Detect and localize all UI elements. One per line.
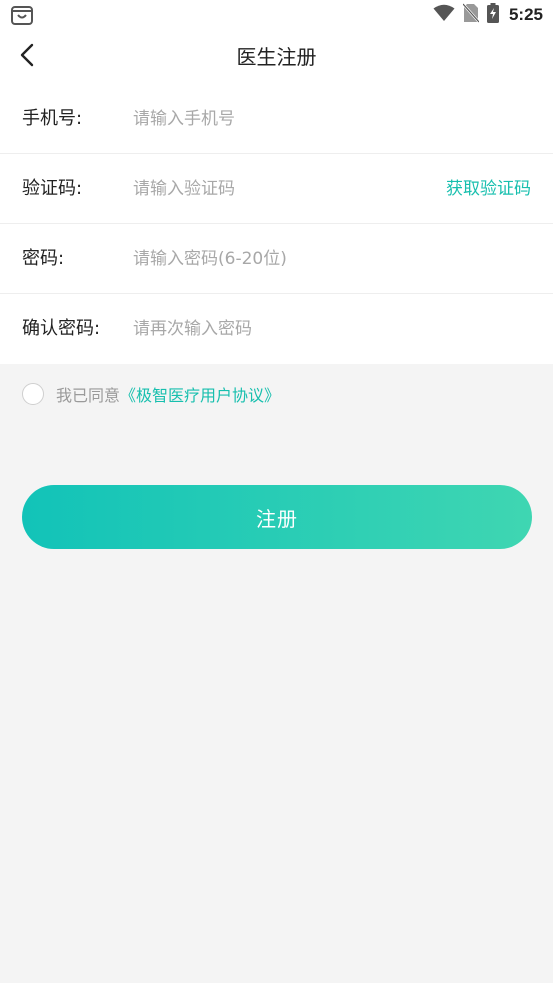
phone-input[interactable] xyxy=(133,101,423,137)
battery-charging-icon xyxy=(486,3,499,27)
code-row: 验证码: 获取验证码 xyxy=(0,154,553,224)
app-notification-icon xyxy=(11,4,33,26)
password-label: 密码: xyxy=(22,248,65,269)
nav-bar: 医生注册 xyxy=(0,30,553,84)
password-input[interactable] xyxy=(133,241,423,277)
status-time: 5:25 xyxy=(508,5,543,24)
register-button[interactable]: 注册 xyxy=(22,485,532,549)
registration-form: 手机号: 验证码: 获取验证码 密码: 确认密码: xyxy=(0,84,553,364)
phone-row: 手机号: xyxy=(0,84,553,154)
confirm-password-row: 确认密码: xyxy=(0,294,553,364)
code-label: 验证码: xyxy=(22,178,83,199)
page-title: 医生注册 xyxy=(236,45,317,69)
no-sim-icon xyxy=(462,3,480,27)
back-button[interactable] xyxy=(10,40,44,74)
chevron-left-icon xyxy=(19,43,35,71)
agreement-checkbox[interactable] xyxy=(22,383,44,405)
agreement-prefix: 我已同意 xyxy=(56,386,121,405)
get-code-button[interactable]: 获取验证码 xyxy=(446,154,531,224)
wifi-icon xyxy=(433,4,455,26)
status-bar: 5:25 xyxy=(0,0,553,30)
confirm-password-input[interactable] xyxy=(133,311,423,347)
phone-label: 手机号: xyxy=(22,108,83,129)
agreement-link[interactable]: 《极智医疗用户协议》 xyxy=(120,382,280,406)
status-icons: 5:25 xyxy=(433,3,543,27)
password-row: 密码: xyxy=(0,224,553,294)
confirm-password-label: 确认密码: xyxy=(22,318,101,339)
agreement-row: 我已同意 《极智医疗用户协议》 xyxy=(22,380,280,408)
code-input[interactable] xyxy=(133,171,413,207)
